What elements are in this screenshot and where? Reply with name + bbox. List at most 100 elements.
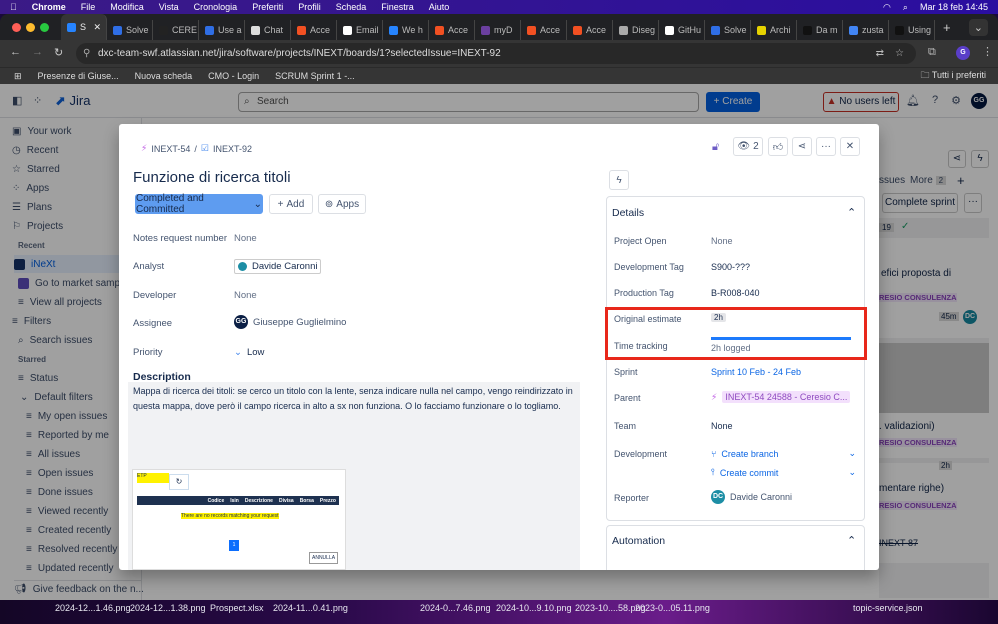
sidebar-item-filters[interactable]: ≡ Filters bbox=[12, 312, 51, 330]
sidebar-filter-item[interactable]: ≡ Viewed recently bbox=[26, 502, 108, 520]
card[interactable]: efici proposta di RESIO CONSULENZA 45m D… bbox=[879, 238, 989, 338]
browser-tab[interactable]: Acce bbox=[521, 20, 567, 40]
menu-file[interactable]: File bbox=[81, 2, 96, 12]
field-value-analyst[interactable]: Davide Caronni bbox=[234, 259, 322, 274]
browser-tab[interactable]: Use a bbox=[199, 20, 245, 40]
browser-tab[interactable]: Solve bbox=[107, 20, 153, 40]
browser-tab[interactable]: We h bbox=[383, 20, 429, 40]
field-value-priority[interactable]: ⌄ Low bbox=[234, 347, 264, 358]
bookmark-star-icon[interactable]: ☆ bbox=[895, 48, 904, 59]
back-icon[interactable]: ← bbox=[10, 46, 21, 58]
all-bookmarks[interactable]: 🗀 Tutti i preferiti bbox=[920, 68, 998, 84]
close-tab-icon[interactable]: ✕ bbox=[93, 22, 101, 33]
jira-logo[interactable]: ⬈ Jira bbox=[55, 93, 90, 109]
create-commit-link[interactable]: ⫯ Create commit ⌄ bbox=[711, 467, 856, 478]
sidebar-project-go-to-market[interactable]: Go to market sample bbox=[18, 274, 128, 292]
browser-tab[interactable]: Archi bbox=[751, 20, 797, 40]
apps-button[interactable]: ⊚ Apps bbox=[318, 194, 366, 214]
menu-preferiti[interactable]: Preferiti bbox=[252, 2, 283, 12]
value-sprint[interactable]: Sprint 10 Feb - 24 Feb bbox=[711, 367, 801, 377]
menu-cronologia[interactable]: Cronologia bbox=[194, 2, 238, 12]
translate-icon[interactable]: ⇄ bbox=[876, 48, 884, 59]
menu-profili[interactable]: Profili bbox=[298, 2, 321, 12]
sidebar-toggle-icon[interactable]: ◧ bbox=[12, 94, 22, 107]
browser-tab[interactable]: GitHu bbox=[659, 20, 705, 40]
sidebar-item-your-work[interactable]: ▣ Your work bbox=[12, 122, 72, 140]
board-tab-issues[interactable]: ssues bbox=[879, 175, 905, 186]
time-tracking-bar[interactable] bbox=[711, 337, 851, 340]
bookmark-nuova-scheda[interactable]: Nuova scheda bbox=[135, 71, 193, 81]
search-input[interactable]: ⌕ Search bbox=[238, 92, 699, 112]
sidebar-view-all-projects[interactable]: ≡ View all projects bbox=[18, 293, 102, 311]
browser-tab[interactable]: Chat bbox=[245, 20, 291, 40]
sidebar-filter-item[interactable]: ≡ Open issues bbox=[26, 464, 93, 482]
menu-finestra[interactable]: Finestra bbox=[381, 2, 414, 12]
sidebar-filter-status[interactable]: ≡ Status bbox=[18, 369, 58, 387]
browser-tab[interactable]: zusta bbox=[843, 20, 889, 40]
like-button[interactable]: 👍︎ bbox=[768, 137, 788, 156]
give-feedback-button[interactable]: 📢︎ Give feedback on the n... bbox=[14, 580, 144, 598]
card[interactable]: 2h mentare righe) RESIO CONSULENZA INEXT… bbox=[879, 461, 989, 563]
browser-tab[interactable]: Solve bbox=[705, 20, 751, 40]
search-icon[interactable]: ⌕ bbox=[903, 2, 908, 13]
chevron-up-icon[interactable]: ⌃ bbox=[847, 534, 856, 547]
site-settings-icon[interactable]: ⚲ bbox=[83, 48, 90, 59]
sidebar-filter-item[interactable]: ≡ Reported by me bbox=[26, 426, 109, 444]
menu-aiuto[interactable]: Aiuto bbox=[429, 2, 450, 12]
automation-button[interactable]: ϟ bbox=[609, 170, 629, 190]
add-button[interactable]: + Add bbox=[269, 194, 313, 214]
menu-app-name[interactable]: Chrome bbox=[32, 2, 66, 12]
menu-vista[interactable]: Vista bbox=[159, 2, 179, 12]
complete-sprint-button[interactable]: Complete sprint bbox=[882, 193, 958, 213]
sidebar-search-issues[interactable]: ⌕ Search issues bbox=[18, 331, 92, 349]
field-value-notes[interactable]: None bbox=[234, 233, 257, 244]
sidebar-filter-item[interactable]: ≡ All issues bbox=[26, 445, 80, 463]
board-tab-more[interactable]: More 2 bbox=[910, 175, 947, 186]
bookmark-scrum-sprint[interactable]: SCRUM Sprint 1 -... bbox=[275, 71, 355, 81]
card[interactable]: . validazioni) RESIO CONSULENZA bbox=[879, 343, 989, 458]
browser-tab[interactable]: myD bbox=[475, 20, 521, 40]
description-screenshot[interactable]: ETP ↻ Codice Isin Descrizione Divisa Borsa Pr… bbox=[132, 469, 346, 570]
profile-avatar[interactable]: G bbox=[956, 46, 970, 60]
sidebar-default-filters[interactable]: ⌄ Default filters bbox=[20, 388, 93, 406]
bookmark-cmo-login[interactable]: CMO - Login bbox=[208, 71, 259, 81]
reload-icon[interactable]: ↻ bbox=[54, 46, 63, 59]
user-avatar[interactable]: GG bbox=[971, 93, 987, 109]
more-actions-button[interactable]: ··· bbox=[816, 137, 836, 156]
chevron-down-icon[interactable]: ⌄ bbox=[848, 448, 856, 459]
browser-tab[interactable]: S ✕ bbox=[61, 14, 107, 40]
wifi-icon[interactable]: ◠ bbox=[883, 2, 891, 13]
create-branch-link[interactable]: ⑂ Create branch ⌄ bbox=[711, 448, 856, 459]
new-tab-button[interactable]: + bbox=[943, 20, 951, 35]
browser-tab[interactable]: Acce bbox=[291, 20, 337, 40]
add-tab-icon[interactable]: + bbox=[957, 173, 965, 188]
field-value-assignee[interactable]: GG Giuseppe Guglielmino bbox=[234, 315, 346, 329]
field-value-developer[interactable]: None bbox=[234, 290, 257, 301]
desktop-file[interactable]: 2024-12...1.46.png bbox=[55, 603, 131, 613]
close-window-button[interactable] bbox=[12, 22, 21, 32]
sidebar-filter-item[interactable]: ≡ Resolved recently bbox=[26, 540, 117, 558]
app-switcher-icon[interactable]: ⁘ bbox=[33, 94, 42, 107]
sidebar-item-projects[interactable]: ⚐Projects+ bbox=[12, 217, 132, 235]
browser-tab[interactable]: Acce bbox=[429, 20, 475, 40]
value-reporter[interactable]: DC Davide Caronni bbox=[711, 490, 792, 504]
watchers-button[interactable]: 👁︎ 2 bbox=[733, 137, 763, 156]
sidebar-filter-item[interactable]: ≡ Created recently bbox=[26, 521, 111, 539]
browser-tab[interactable]: CERE bbox=[153, 20, 199, 40]
sidebar-item-apps[interactable]: ⁘ Apps bbox=[12, 179, 49, 197]
minimize-window-button[interactable] bbox=[26, 22, 35, 32]
no-users-left-button[interactable]: ▲ No users left bbox=[823, 92, 899, 112]
apps-grid-icon[interactable]: ⊞ bbox=[14, 71, 22, 82]
sidebar-filter-item[interactable]: ≡ Done issues bbox=[26, 483, 93, 501]
desktop-file[interactable]: 2023-0...05.11.png bbox=[635, 603, 710, 613]
url-bar[interactable]: ⚲ dxc-team-swf.atlassian.net/jira/softwa… bbox=[76, 43, 916, 64]
sidebar-item-recent[interactable]: ◷ Recent bbox=[12, 141, 58, 159]
sidebar-item-starred[interactable]: ☆ Starred bbox=[12, 160, 60, 178]
share-button[interactable]: ⋖ bbox=[792, 137, 812, 156]
desktop-file[interactable]: 2024-10...9.10.png bbox=[496, 603, 572, 613]
value-parent[interactable]: ⚡︎ INEXT-54 24588 - Ceresio C... bbox=[711, 391, 851, 403]
menu-scheda[interactable]: Scheda bbox=[336, 2, 367, 12]
value-project-open[interactable]: None bbox=[711, 236, 733, 246]
menu-modifica[interactable]: Modifica bbox=[110, 2, 144, 12]
forward-icon[interactable]: → bbox=[32, 46, 43, 58]
